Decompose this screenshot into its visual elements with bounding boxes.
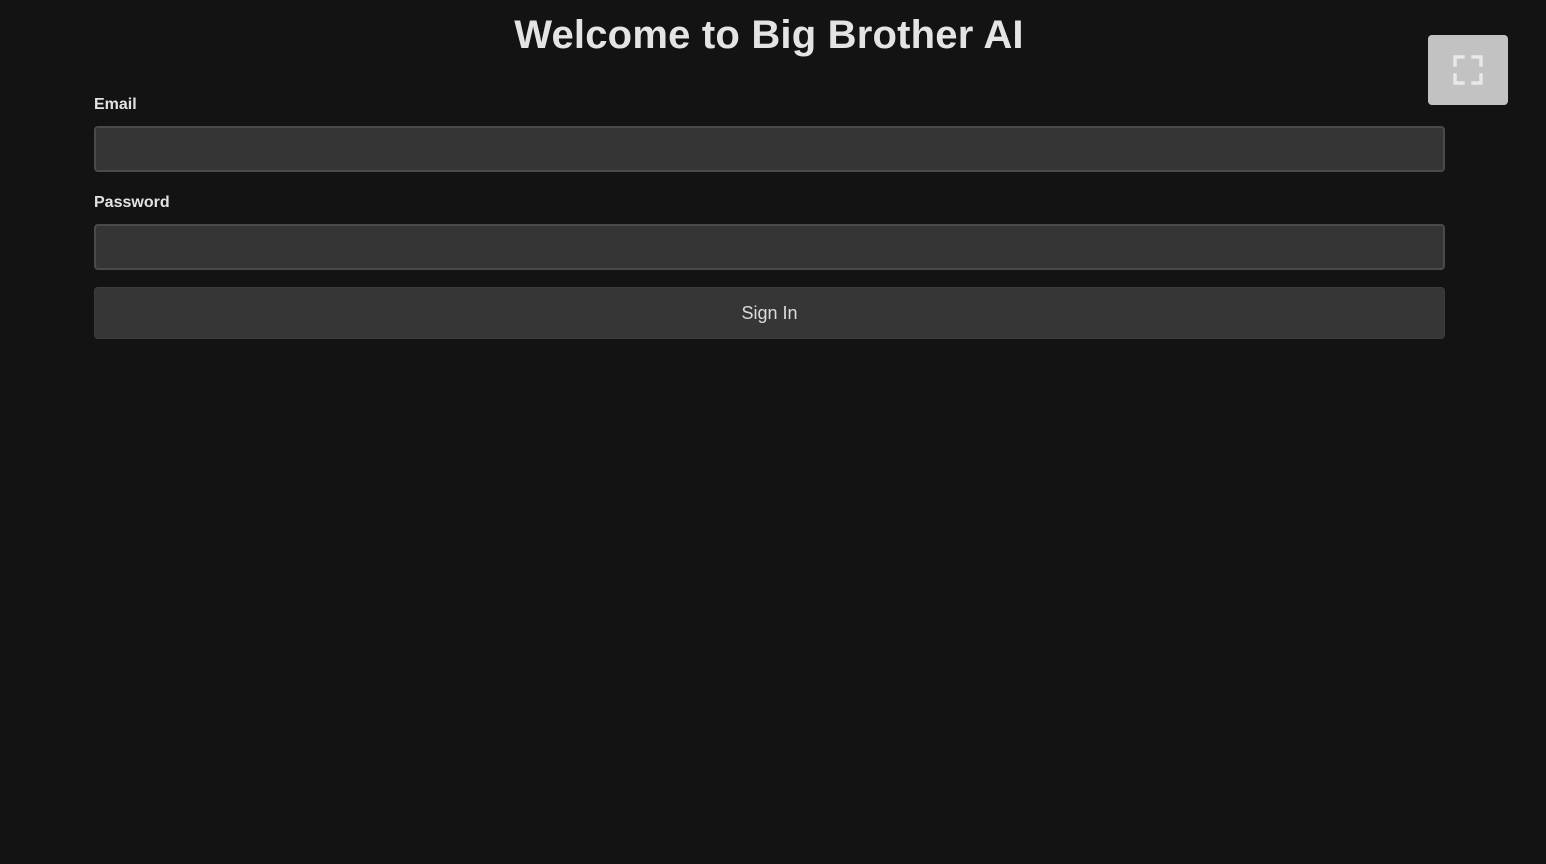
page-title: Welcome to Big Brother AI xyxy=(514,13,1024,57)
password-label: Password xyxy=(94,194,170,211)
login-page: Welcome to Big Brother AI Email Password… xyxy=(0,0,1546,864)
login-form: Email Password Sign In xyxy=(94,94,1445,339)
fullscreen-icon xyxy=(1453,55,1483,85)
password-field[interactable] xyxy=(94,224,1445,270)
email-field[interactable] xyxy=(94,126,1445,172)
sign-in-button[interactable]: Sign In xyxy=(94,287,1445,339)
email-label: Email xyxy=(94,96,137,113)
